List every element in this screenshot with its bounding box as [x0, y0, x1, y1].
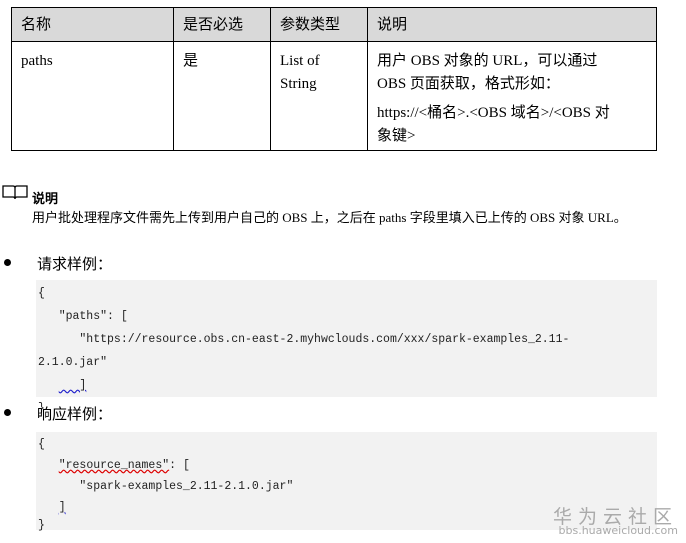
header-type: 参数类型	[270, 7, 368, 42]
code-line: "spark-examples_2.11-2.1.0.jar"	[38, 480, 301, 493]
desc-line: 用户 OBS 对象的 URL，可以通过	[377, 53, 598, 69]
request-label: 请求样例：	[37, 255, 113, 273]
code-line: "resource_names": [	[38, 455, 657, 476]
table-row: paths 是 List of String 用户 OBS 对象的 URL，可以通…	[11, 41, 657, 151]
desc-line: 象键>	[377, 128, 416, 144]
response-label: 响应样例：	[37, 405, 113, 423]
note-title: 说明	[32, 192, 59, 207]
code-line: 2.1.0.jar"	[38, 356, 114, 369]
book-icon	[2, 184, 28, 205]
cell-description: 用户 OBS 对象的 URL，可以通过 OBS 页面获取，格式形如： https…	[367, 41, 657, 151]
type-line: List of	[280, 53, 320, 69]
parameter-table: 名称 是否必选 参数类型 说明 paths 是 List of String 用户…	[11, 7, 657, 151]
desc-line: https://<桶名>.<OBS 域名>/<OBS 对	[377, 105, 610, 121]
code-text: : [	[169, 459, 197, 472]
watermark-url: bbs.huaweicloud.com	[558, 524, 678, 537]
table-header-row: 名称 是否必选 参数类型 说明	[11, 7, 657, 42]
header-description: 说明	[367, 7, 657, 42]
code-line: {	[38, 438, 52, 451]
bullet-icon	[4, 409, 11, 416]
cell-name: paths	[11, 41, 174, 151]
code-line: "paths": [	[38, 310, 135, 323]
code-text: ]	[58, 501, 66, 514]
cell-required: 是	[173, 41, 271, 151]
bullet-icon	[4, 259, 11, 266]
desc-line: OBS 页面获取，格式形如：	[377, 76, 560, 92]
code-text: ]	[58, 379, 87, 392]
code-line: }	[38, 402, 45, 415]
code-key: "resource_names"	[58, 459, 170, 472]
header-name: 名称	[11, 7, 174, 42]
code-line: ]	[38, 374, 657, 397]
header-required: 是否必选	[173, 7, 271, 42]
request-code-block: { "paths": [ "https://resource.obs.cn-ea…	[36, 280, 657, 415]
cell-type: List of String	[270, 41, 368, 151]
code-line: "https://resource.obs.cn-east-2.myhwclou…	[38, 333, 570, 346]
note-text: 用户批处理程序文件需先上传到用户自己的 OBS 上，之后在 paths 字段里填…	[32, 210, 627, 225]
code-line: {	[38, 287, 52, 300]
type-line: String	[280, 76, 317, 92]
